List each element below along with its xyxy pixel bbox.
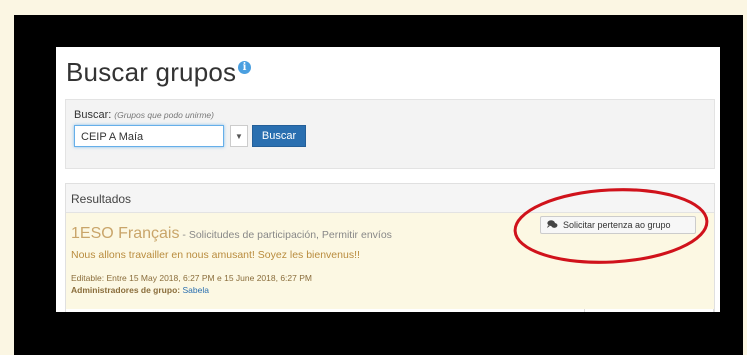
- search-button[interactable]: Buscar: [252, 125, 306, 147]
- group-editable: Editable: Entre 15 May 2018, 6:27 PM e 1…: [71, 273, 312, 283]
- results-header: Resultados: [66, 184, 714, 213]
- group-name[interactable]: 1ESO Français: [71, 225, 179, 242]
- page-title: Buscar grupos: [66, 57, 237, 87]
- info-icon[interactable]: i: [238, 61, 251, 74]
- results-panel: Resultados 1ESO Français - Solicitudes d…: [65, 183, 715, 312]
- chevron-down-icon[interactable]: ▼: [230, 125, 248, 147]
- admins-label: Administradores de grupo:: [71, 285, 181, 295]
- search-label-row: Buscar: (Grupos que podo unirme): [74, 109, 214, 121]
- chat-icon: [547, 220, 558, 229]
- search-label: Buscar:: [74, 109, 112, 121]
- join-group-button[interactable]: Solicitar pertenza ao grupo: [540, 216, 696, 234]
- group-meta: - Solicitudes de participación, Permitir…: [179, 229, 392, 241]
- admin-link[interactable]: Sabela: [182, 285, 208, 295]
- group-name-row: 1ESO Français - Solicitudes de participa…: [71, 225, 392, 243]
- join-group-label: Solicitar pertenza ao grupo: [563, 220, 671, 230]
- next-row-stub: [584, 309, 714, 312]
- title-row: Buscar grupos i: [66, 57, 251, 93]
- search-hint: (Grupos que podo unirme): [114, 110, 214, 120]
- outer-frame: Buscar grupos i Buscar: (Grupos que podo …: [0, 0, 747, 355]
- results-title: Resultados: [71, 192, 132, 206]
- search-input[interactable]: CEIP A Maía: [74, 125, 224, 147]
- search-groups-panel: Buscar grupos i Buscar: (Grupos que podo …: [56, 47, 720, 312]
- search-form: Buscar: (Grupos que podo unirme) CEIP A M…: [65, 99, 715, 169]
- group-admins: Administradores de grupo: Sabela: [71, 285, 209, 295]
- group-description: Nous allons travailler en nous amusant! …: [71, 249, 360, 261]
